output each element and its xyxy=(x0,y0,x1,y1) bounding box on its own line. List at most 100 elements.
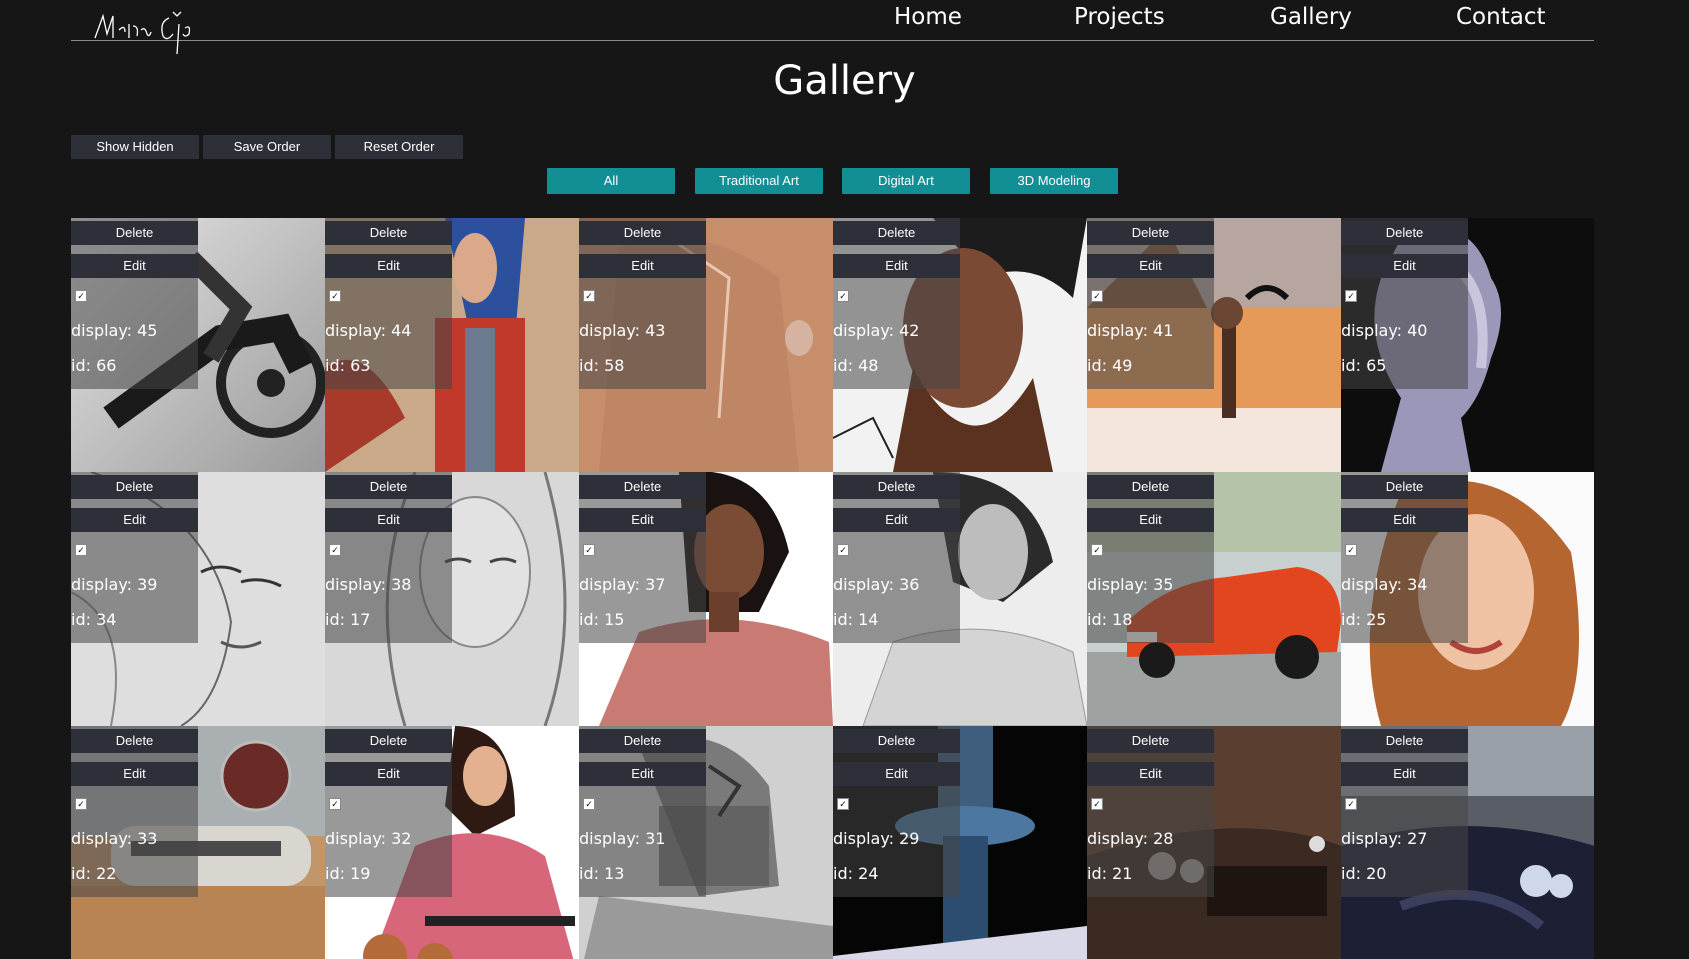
delete-button[interactable]: Delete xyxy=(325,221,452,245)
show-hidden-button[interactable]: Show Hidden xyxy=(71,135,199,159)
visible-checkbox[interactable]: ✓ xyxy=(1345,798,1357,810)
delete-button[interactable]: Delete xyxy=(71,729,198,753)
gallery-item[interactable]: Delete Edit ✓ display: 43 id: 58 xyxy=(579,218,833,472)
gallery-item[interactable]: Delete Edit ✓ display: 31 id: 13 xyxy=(579,726,833,959)
edit-button[interactable]: Edit xyxy=(579,508,706,532)
gallery-item[interactable]: Delete Edit ✓ display: 32 id: 19 xyxy=(325,726,579,959)
visible-checkbox[interactable]: ✓ xyxy=(329,544,341,556)
delete-button[interactable]: Delete xyxy=(833,729,960,753)
admin-overlay: Delete Edit ✓ display: 37 id: 15 xyxy=(579,472,706,643)
gallery-item[interactable]: Delete Edit ✓ display: 45 id: 66 xyxy=(71,218,325,472)
delete-button[interactable]: Delete xyxy=(1341,729,1468,753)
edit-button[interactable]: Edit xyxy=(71,508,198,532)
nav-home[interactable]: Home xyxy=(894,4,962,30)
gallery-item[interactable]: Delete Edit ✓ display: 29 id: 24 xyxy=(833,726,1087,959)
edit-button[interactable]: Edit xyxy=(1341,508,1468,532)
visible-checkbox[interactable]: ✓ xyxy=(583,798,595,810)
edit-button[interactable]: Edit xyxy=(833,762,960,786)
delete-button[interactable]: Delete xyxy=(1087,221,1214,245)
filter-traditional-art-button[interactable]: Traditional Art xyxy=(695,168,823,194)
edit-button[interactable]: Edit xyxy=(325,254,452,278)
delete-button[interactable]: Delete xyxy=(579,475,706,499)
filter-digital-art-button[interactable]: Digital Art xyxy=(842,168,970,194)
signature-logo[interactable] xyxy=(89,4,199,58)
visible-checkbox[interactable]: ✓ xyxy=(329,798,341,810)
display-order-label: display: 33 xyxy=(71,829,158,848)
gallery-item[interactable]: Delete Edit ✓ display: 36 id: 14 xyxy=(833,472,1087,726)
edit-button[interactable]: Edit xyxy=(833,508,960,532)
admin-overlay: Delete Edit ✓ display: 32 id: 19 xyxy=(325,726,452,897)
nav-contact[interactable]: Contact xyxy=(1456,4,1545,30)
item-id-label: id: 25 xyxy=(1341,610,1387,629)
delete-button[interactable]: Delete xyxy=(579,729,706,753)
admin-overlay: Delete Edit ✓ display: 34 id: 25 xyxy=(1341,472,1468,643)
visible-checkbox[interactable]: ✓ xyxy=(583,544,595,556)
reset-order-button[interactable]: Reset Order xyxy=(335,135,463,159)
gallery-item[interactable]: Delete Edit ✓ display: 42 id: 48 xyxy=(833,218,1087,472)
visible-checkbox[interactable]: ✓ xyxy=(329,290,341,302)
edit-button[interactable]: Edit xyxy=(579,254,706,278)
visible-checkbox[interactable]: ✓ xyxy=(1091,544,1103,556)
gallery-item[interactable]: Delete Edit ✓ display: 27 id: 20 xyxy=(1341,726,1594,959)
visible-checkbox[interactable]: ✓ xyxy=(837,798,849,810)
visible-checkbox[interactable]: ✓ xyxy=(837,544,849,556)
admin-overlay: Delete Edit ✓ display: 41 id: 49 xyxy=(1087,218,1214,389)
filter-3d-modeling-button[interactable]: 3D Modeling xyxy=(990,168,1118,194)
delete-button[interactable]: Delete xyxy=(833,221,960,245)
display-order-label: display: 41 xyxy=(1087,321,1174,340)
gallery-item[interactable]: Delete Edit ✓ display: 40 id: 65 xyxy=(1341,218,1594,472)
edit-button[interactable]: Edit xyxy=(1087,254,1214,278)
visible-checkbox[interactable]: ✓ xyxy=(75,798,87,810)
gallery-item[interactable]: Delete Edit ✓ display: 37 id: 15 xyxy=(579,472,833,726)
gallery-item[interactable]: Delete Edit ✓ display: 41 id: 49 xyxy=(1087,218,1341,472)
visible-checkbox[interactable]: ✓ xyxy=(1091,290,1103,302)
edit-button[interactable]: Edit xyxy=(71,762,198,786)
nav-gallery[interactable]: Gallery xyxy=(1270,4,1352,30)
gallery-item[interactable]: Delete Edit ✓ display: 38 id: 17 xyxy=(325,472,579,726)
item-id-label: id: 22 xyxy=(71,864,117,883)
visible-checkbox[interactable]: ✓ xyxy=(837,290,849,302)
save-order-button[interactable]: Save Order xyxy=(203,135,331,159)
item-id-label: id: 24 xyxy=(833,864,879,883)
display-order-label: display: 35 xyxy=(1087,575,1174,594)
edit-button[interactable]: Edit xyxy=(1087,508,1214,532)
edit-button[interactable]: Edit xyxy=(579,762,706,786)
visible-checkbox[interactable]: ✓ xyxy=(1345,290,1357,302)
delete-button[interactable]: Delete xyxy=(833,475,960,499)
delete-button[interactable]: Delete xyxy=(1087,729,1214,753)
delete-button[interactable]: Delete xyxy=(1341,475,1468,499)
gallery-item[interactable]: Delete Edit ✓ display: 28 id: 21 xyxy=(1087,726,1341,959)
edit-button[interactable]: Edit xyxy=(325,508,452,532)
edit-button[interactable]: Edit xyxy=(1341,762,1468,786)
delete-button[interactable]: Delete xyxy=(325,729,452,753)
edit-button[interactable]: Edit xyxy=(833,254,960,278)
nav-projects[interactable]: Projects xyxy=(1074,4,1165,30)
delete-button[interactable]: Delete xyxy=(325,475,452,499)
gallery-item[interactable]: Delete Edit ✓ display: 44 id: 63 xyxy=(325,218,579,472)
gallery-item[interactable]: Delete Edit ✓ display: 34 id: 25 xyxy=(1341,472,1594,726)
edit-button[interactable]: Edit xyxy=(1087,762,1214,786)
filter-all-button[interactable]: All xyxy=(547,168,675,194)
edit-button[interactable]: Edit xyxy=(325,762,452,786)
visible-checkbox[interactable]: ✓ xyxy=(1345,544,1357,556)
visible-checkbox[interactable]: ✓ xyxy=(1091,798,1103,810)
display-order-label: display: 37 xyxy=(579,575,666,594)
gallery-item[interactable]: Delete Edit ✓ display: 39 id: 34 xyxy=(71,472,325,726)
edit-button[interactable]: Edit xyxy=(71,254,198,278)
delete-button[interactable]: Delete xyxy=(71,221,198,245)
visible-checkbox[interactable]: ✓ xyxy=(75,544,87,556)
gallery-grid: Delete Edit ✓ display: 45 id: 66 Delete Edit ✓ d… xyxy=(71,218,1594,959)
item-id-label: id: 18 xyxy=(1087,610,1133,629)
admin-overlay: Delete Edit ✓ display: 27 id: 20 xyxy=(1341,726,1468,897)
visible-checkbox[interactable]: ✓ xyxy=(583,290,595,302)
visible-checkbox[interactable]: ✓ xyxy=(75,290,87,302)
gallery-item[interactable]: Delete Edit ✓ display: 33 id: 22 xyxy=(71,726,325,959)
delete-button[interactable]: Delete xyxy=(579,221,706,245)
admin-overlay: Delete Edit ✓ display: 31 id: 13 xyxy=(579,726,706,897)
edit-button[interactable]: Edit xyxy=(1341,254,1468,278)
delete-button[interactable]: Delete xyxy=(71,475,198,499)
gallery-item[interactable]: Delete Edit ✓ display: 35 id: 18 xyxy=(1087,472,1341,726)
admin-overlay: Delete Edit ✓ display: 28 id: 21 xyxy=(1087,726,1214,897)
delete-button[interactable]: Delete xyxy=(1087,475,1214,499)
delete-button[interactable]: Delete xyxy=(1341,221,1468,245)
